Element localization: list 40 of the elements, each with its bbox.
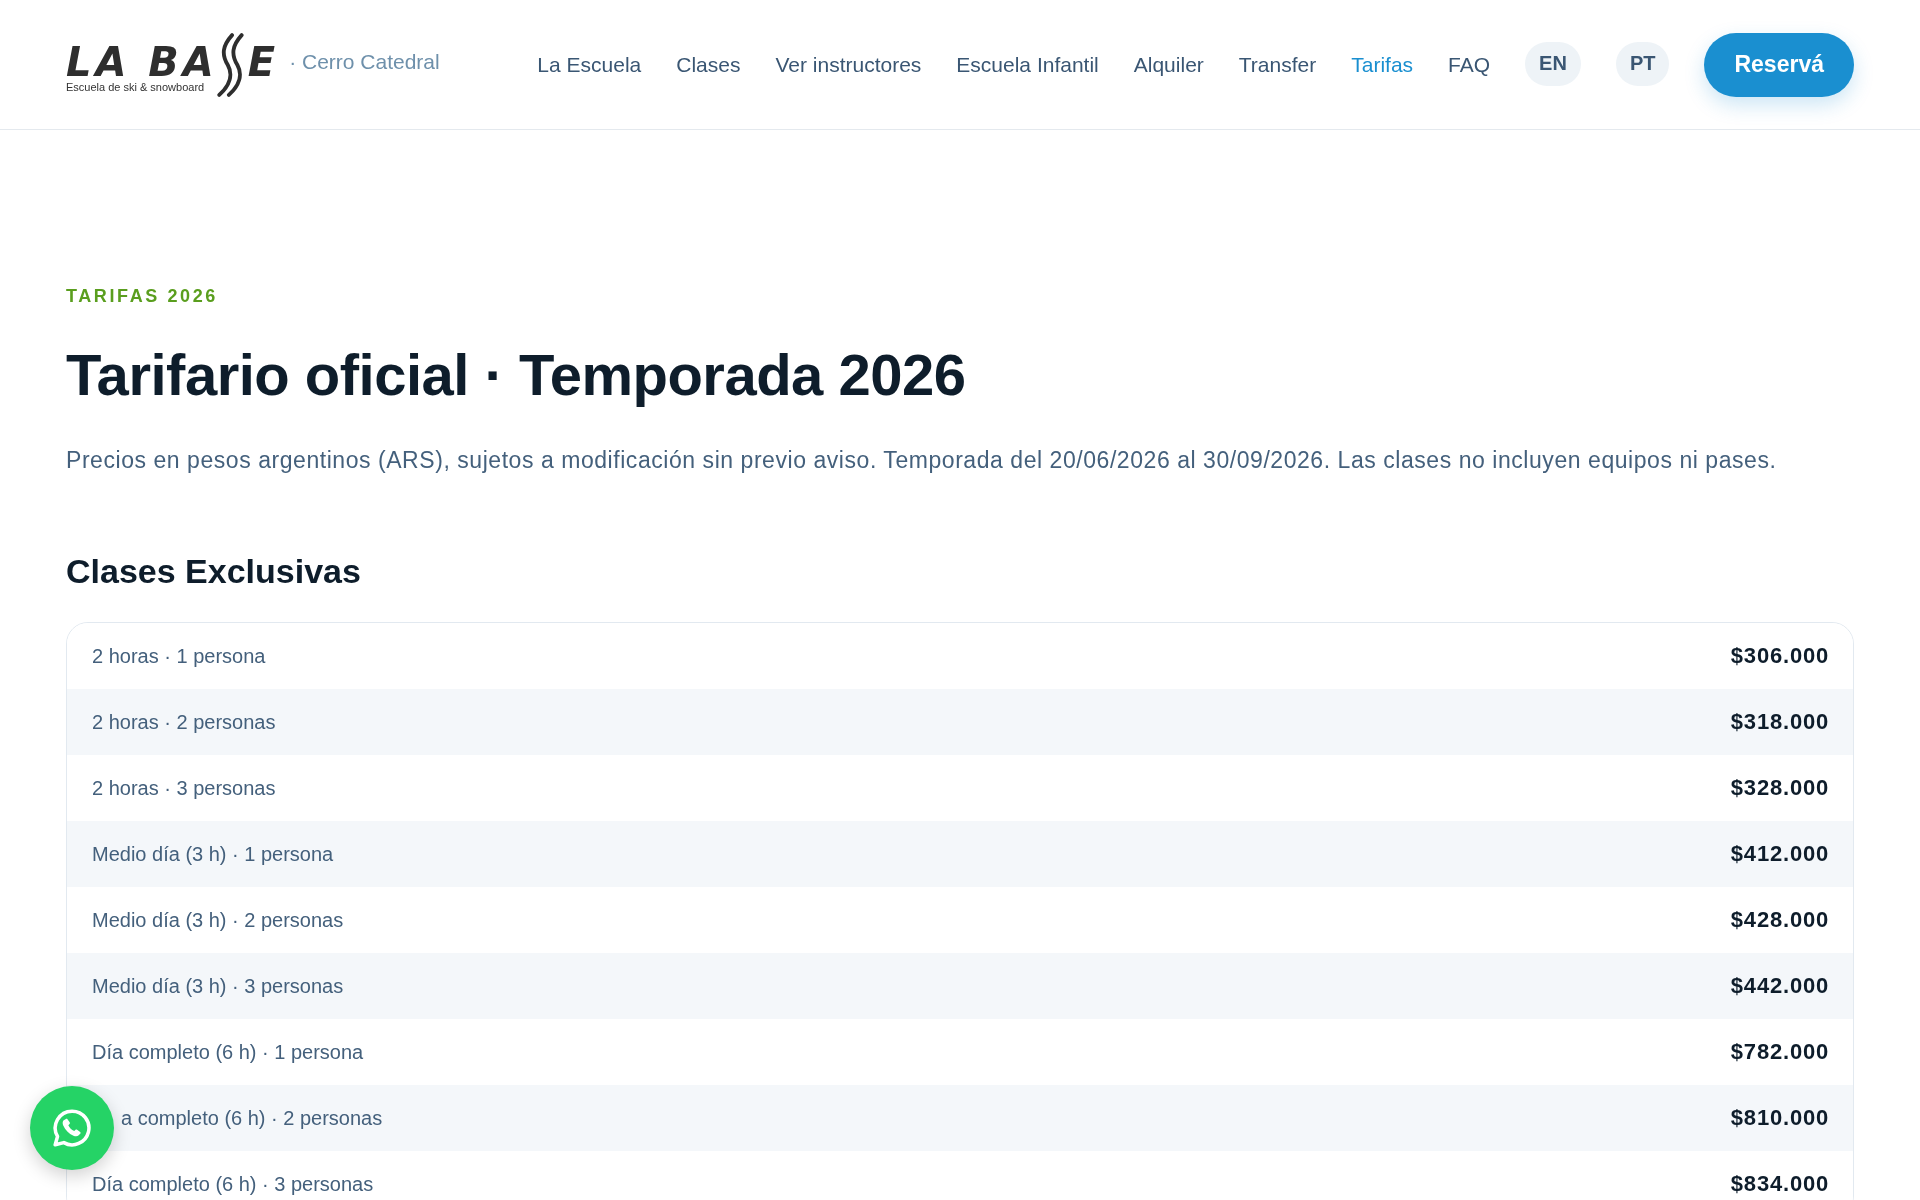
service-label: Medio día (3 h) · 2 personas: [91, 908, 344, 932]
logo-text[interactable]: E: [247, 42, 276, 81]
nav-link[interactable]: La Escuela: [537, 52, 642, 77]
eyebrow-label: TARIFAS 2026: [66, 285, 219, 308]
price-value: $834.000: [1730, 1172, 1830, 1196]
price-value: $782.000: [1730, 1040, 1830, 1064]
nav-link[interactable]: Alquiler: [1133, 52, 1204, 77]
nav-link[interactable]: Transfer: [1238, 52, 1317, 77]
price-value: $306.000: [1730, 644, 1830, 668]
language-button[interactable]: EN: [1525, 41, 1581, 86]
description-text: Precios en pesos argentinos (ARS), sujetos a modificación sin previo aviso. Temporada del 20/06/2026 al 30/09/2026. Las clases no incluyen equipos ni pases.: [66, 446, 1778, 475]
logo-tagline: Escuela de ski & snowboard: [66, 80, 206, 94]
language-button[interactable]: PT: [1615, 41, 1670, 86]
nav-link[interactable]: Clases: [676, 52, 741, 77]
price-value: $412.000: [1730, 842, 1830, 866]
service-label: Medio día (3 h) · 3 personas: [91, 974, 344, 998]
price-value: $318.000: [1730, 710, 1830, 734]
price-value: $428.000: [1730, 908, 1830, 932]
price-value: $442.000: [1730, 974, 1830, 998]
nav-link[interactable]: Escuela Infantil: [956, 52, 1099, 77]
phone-chat-icon: [53, 1109, 91, 1147]
location-label: · Cerro Catedral: [289, 49, 440, 74]
price-value: $328.000: [1730, 776, 1830, 800]
service-label: 2 horas · 2 personas: [91, 710, 276, 734]
service-label: Día completo (6 h) · 1 persona: [91, 1040, 364, 1064]
page-title: Tarifario oficial · Temporada 2026: [66, 342, 967, 408]
service-label: 2 horas · 3 personas: [91, 776, 276, 800]
swoosh-icon: [215, 32, 246, 97]
service-label: 2 horas · 1 persona: [91, 644, 266, 668]
reserve-button[interactable]: Reservá: [1704, 32, 1854, 97]
service-label: Día completo (6 h) · 3 personas: [91, 1172, 374, 1196]
nav-link[interactable]: Ver instructores: [775, 52, 922, 77]
section-title: Clases Exclusivas: [66, 551, 362, 592]
service-label: a completo (6 h) · 2 personas: [120, 1106, 383, 1130]
chat-button[interactable]: [30, 1086, 114, 1170]
service-label: Medio día (3 h) · 1 persona: [91, 842, 334, 866]
price-value: $810.000: [1730, 1106, 1830, 1130]
nav-link[interactable]: Tarifas: [1351, 52, 1414, 77]
nav-link[interactable]: FAQ: [1448, 52, 1491, 77]
logo-text[interactable]: LA BA: [66, 42, 218, 81]
